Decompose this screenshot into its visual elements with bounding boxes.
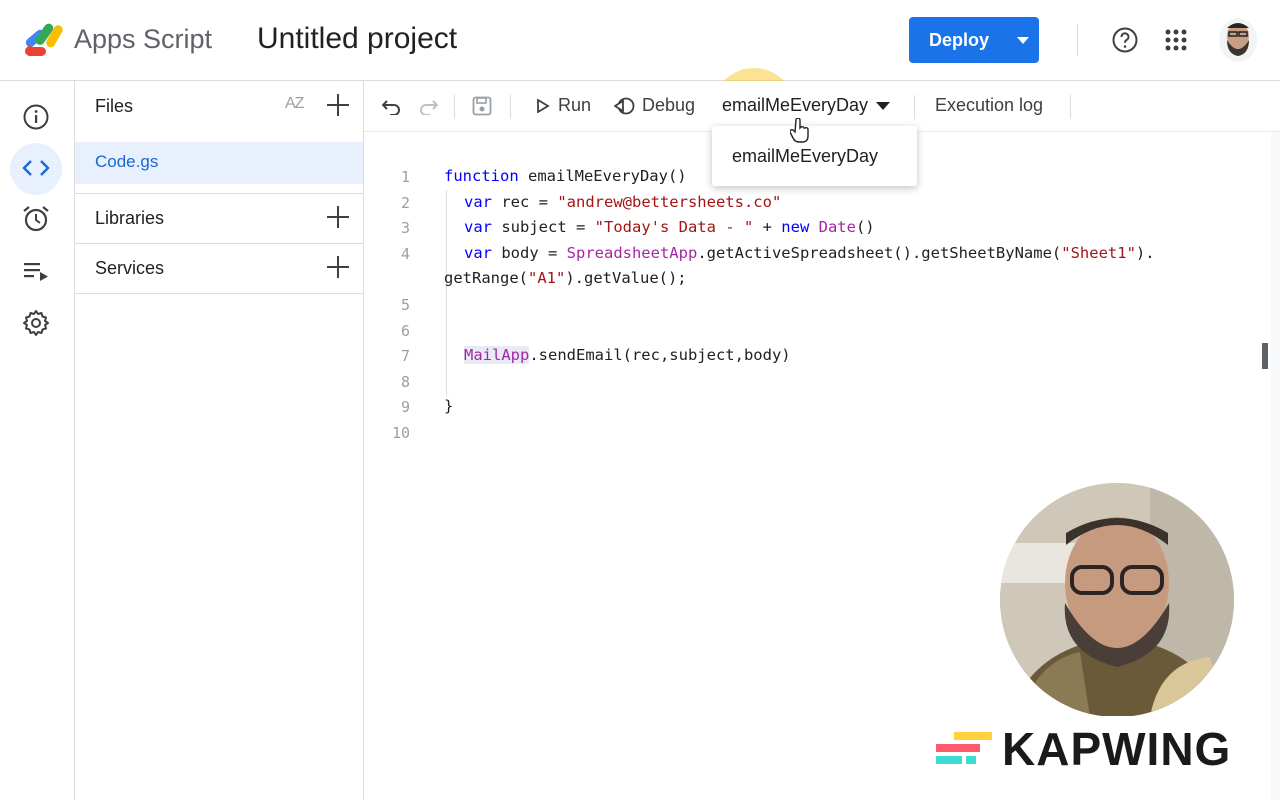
file-name: Code.gs (95, 152, 159, 171)
line-number: 8 (400, 373, 410, 391)
files-header: Files AZ (75, 81, 363, 131)
line-number: 7 (400, 347, 410, 365)
editor-toolbar: Run Debug emailMeEveryDay Execution log (364, 81, 1280, 132)
help-icon[interactable] (1111, 26, 1139, 54)
code-line-7: MailApp.sendEmail(rec,subject,body) (464, 346, 791, 364)
kapwing-watermark: KAPWING (924, 716, 1260, 780)
files-label: Files (95, 96, 134, 116)
nav-executions[interactable] (18, 253, 54, 289)
undo-icon[interactable] (382, 97, 402, 115)
divider (914, 95, 915, 119)
code-line-3: var subject = "Today's Data - " + new Da… (464, 218, 875, 236)
code-line-4-wrap: getRange("A1").getValue(); (444, 269, 687, 287)
debug-label: Debug (642, 95, 696, 115)
debug-icon (614, 97, 635, 114)
services-label: Services (95, 258, 165, 278)
scrollbar-marker (1262, 343, 1268, 369)
line-number: 9 (400, 398, 410, 416)
editor-scrollbar[interactable] (1271, 132, 1280, 800)
nav-settings[interactable] (18, 305, 54, 341)
run-button[interactable]: Run (536, 95, 591, 116)
code-icon (22, 160, 50, 176)
project-title[interactable]: Untitled project (257, 22, 457, 56)
function-selector-label: emailMeEveryDay (722, 95, 869, 115)
add-service-icon[interactable] (327, 256, 349, 278)
info-icon (23, 104, 49, 130)
gear-icon (23, 310, 49, 336)
top-bar: Apps Script Untitled project Deploy (0, 0, 1280, 81)
divider (454, 95, 455, 119)
nav-editor[interactable] (18, 150, 54, 186)
services-row[interactable]: Services (75, 243, 363, 293)
apps-grid-icon[interactable] (1162, 26, 1190, 54)
hand-cursor-icon (790, 118, 809, 143)
redo-icon[interactable] (418, 97, 438, 115)
add-file-icon[interactable] (327, 94, 349, 116)
nav-overview[interactable] (18, 99, 54, 135)
files-panel: Files AZ Code.gs Libraries Services (75, 81, 364, 800)
code-line-1: function emailMeEveryDay() (444, 167, 687, 185)
divider (1077, 24, 1078, 56)
kapwing-wordmark: KAPWING (1002, 723, 1232, 775)
webcam-video (1000, 483, 1234, 717)
execution-log-button[interactable]: Execution log (935, 95, 1043, 116)
deploy-label: Deploy (929, 29, 990, 50)
dropdown-option[interactable]: emailMeEveryDay (732, 146, 878, 167)
run-label: Run (558, 95, 592, 115)
code-line-4: var body = SpreadsheetApp.getActiveSprea… (464, 244, 1155, 262)
alarm-clock-icon (23, 206, 49, 232)
app-name: Apps Script (74, 24, 213, 54)
executions-list-icon (24, 263, 48, 281)
left-nav-rail (0, 81, 75, 800)
line-number: 4 (400, 245, 410, 263)
play-icon (537, 98, 550, 113)
divider (1070, 95, 1071, 119)
kapwing-logo (936, 732, 992, 764)
line-number: 1 (400, 168, 410, 186)
line-number: 2 (400, 194, 410, 212)
line-number: 5 (400, 296, 410, 314)
libraries-row[interactable]: Libraries (75, 193, 363, 243)
caret-down-icon (876, 101, 891, 110)
function-selector[interactable]: emailMeEveryDay (722, 95, 891, 116)
save-icon[interactable] (472, 96, 492, 116)
indent-guide (446, 190, 447, 396)
code-line-9: } (444, 397, 454, 415)
chevron-down-icon (1017, 36, 1030, 44)
sort-files-icon[interactable]: AZ (285, 95, 304, 113)
avatar[interactable] (1219, 18, 1257, 62)
file-item-code-gs[interactable]: Code.gs (75, 142, 363, 184)
code-line-2: var rec = "andrew@bettersheets.co" (464, 193, 782, 211)
execution-log-label: Execution log (935, 95, 1044, 115)
divider (510, 95, 511, 119)
function-dropdown-menu: emailMeEveryDay (712, 126, 917, 186)
deploy-button[interactable]: Deploy (909, 17, 1039, 63)
line-number: 10 (391, 424, 410, 442)
add-library-icon[interactable] (327, 206, 349, 228)
apps-script-logo (25, 23, 63, 56)
divider (75, 293, 363, 294)
libraries-label: Libraries (95, 208, 165, 228)
debug-button[interactable]: Debug (614, 95, 695, 116)
line-number: 3 (400, 219, 410, 237)
line-number: 6 (400, 322, 410, 340)
nav-triggers[interactable] (18, 201, 54, 237)
